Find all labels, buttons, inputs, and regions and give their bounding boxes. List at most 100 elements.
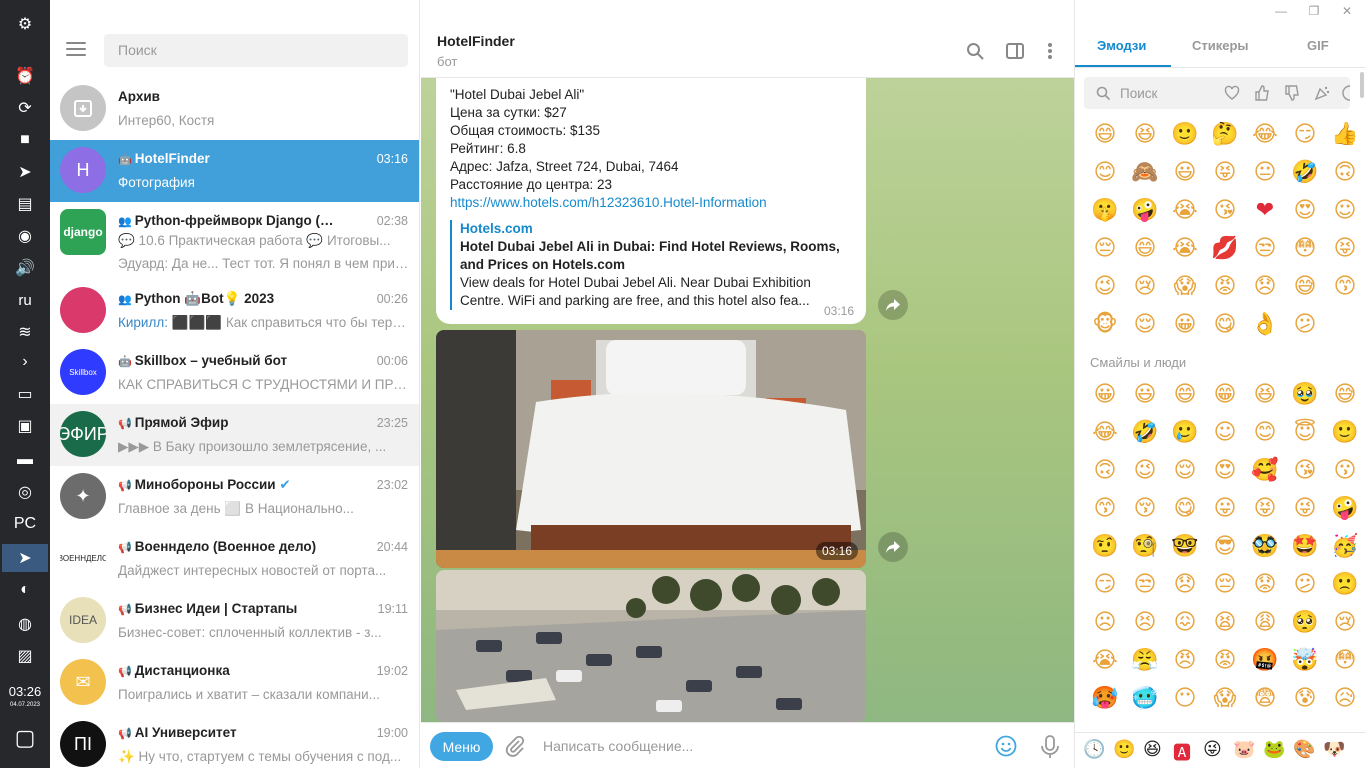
emoji-item[interactable]: 🙃 <box>1085 452 1125 490</box>
terminal-icon[interactable]: › <box>10 348 40 376</box>
emoji-item[interactable]: 😠 <box>1165 642 1205 680</box>
emoji-item[interactable]: 😕 <box>1285 566 1325 604</box>
window-icon[interactable]: ▭ <box>10 380 40 408</box>
emoji-item[interactable]: 🙂 <box>1165 116 1205 154</box>
emoji-item[interactable]: 😊 <box>1245 414 1285 452</box>
tab-emoji[interactable]: Эмодзи <box>1097 38 1146 53</box>
emoji-item[interactable]: 🧐 <box>1125 528 1165 566</box>
emoji-item[interactable]: 😝 <box>1245 490 1285 528</box>
tor-icon[interactable]: ◍ <box>10 610 40 638</box>
emoji-item[interactable]: 😒 <box>1125 566 1165 604</box>
emoji-item[interactable]: 😝 <box>1325 230 1365 268</box>
thumbs-up-filter-icon[interactable] <box>1254 85 1270 101</box>
chat-row[interactable]: ✉ 📢 Дистанционка 19:02 Поигрались и хватит … <box>50 652 419 714</box>
clipboard-icon[interactable]: ▤ <box>10 190 40 218</box>
emoji-item[interactable]: 😞 <box>1245 268 1285 306</box>
emoji-item[interactable]: 😒 <box>1245 230 1285 268</box>
tab-gif[interactable]: GIF <box>1307 38 1329 53</box>
emoji-category-item[interactable]: 🅰 <box>1173 739 1191 765</box>
volume-icon[interactable]: 🔊 <box>10 254 40 282</box>
emoji-item[interactable]: 😗 <box>1325 452 1365 490</box>
emoji-item[interactable]: 🥳 <box>1325 528 1365 566</box>
chat-row[interactable]: 👥 Python 🤖Bot💡 2023 00:26 Кирилл: ⬛⬛⬛ Как … <box>50 280 419 342</box>
browser-icon[interactable]: ◐ <box>10 576 40 604</box>
emoji-item[interactable]: 😔 <box>1085 230 1125 268</box>
emoji-item[interactable]: 🤣 <box>1125 414 1165 452</box>
emoji-item[interactable]: ☺ <box>1205 414 1245 452</box>
emoji-item[interactable]: 😳 <box>1325 642 1365 680</box>
smile-filter-icon[interactable] <box>1342 85 1352 101</box>
forward-icon[interactable] <box>878 532 908 562</box>
cube-app-icon[interactable]: ■ <box>10 126 40 154</box>
paperclip-icon[interactable] <box>505 735 525 757</box>
chat-row[interactable]: ✦ 📢 Минобороны России ✔ 23:02 Главное за де… <box>50 466 419 528</box>
chat-row[interactable]: IDEA 📢 Бизнес Идеи | Стартапы 19:11 Бизнес-… <box>50 590 419 652</box>
emoji-item[interactable]: 😉 <box>1085 268 1125 306</box>
emoji-item[interactable]: 😂 <box>1245 116 1285 154</box>
emoji-item[interactable]: 😭 <box>1085 642 1125 680</box>
chat-row[interactable]: Skillbox 🤖 Skillbox – учебный бот 00:06 КАК… <box>50 342 419 404</box>
emoji-item[interactable]: 😖 <box>1165 604 1205 642</box>
sidebar-toggle-icon[interactable] <box>1004 40 1026 62</box>
emoji-item[interactable]: 😩 <box>1245 604 1285 642</box>
emoji-category-item[interactable]: 🐷 <box>1233 739 1255 760</box>
wifi-icon[interactable]: ≋ <box>10 318 40 346</box>
emoji-category-item[interactable]: 🙂 <box>1113 739 1135 760</box>
emoji-search-input[interactable]: Поиск <box>1084 77 1352 109</box>
emoji-item[interactable]: ❤ <box>1245 192 1285 230</box>
pycharm-icon[interactable]: PC <box>10 510 40 538</box>
emoji-item[interactable]: 😀 <box>1165 306 1205 344</box>
emoji-item[interactable]: 😋 <box>1165 490 1205 528</box>
emoji-item[interactable]: 😅 <box>1285 268 1325 306</box>
emoji-item[interactable]: 🙈 <box>1125 154 1165 192</box>
emoji-scrollbar[interactable] <box>1360 72 1364 98</box>
emoji-item[interactable]: 😛 <box>1205 490 1245 528</box>
emoji-item[interactable]: 🤨 <box>1085 528 1125 566</box>
conversation-title[interactable]: HotelFinder <box>437 33 515 49</box>
emoji-item[interactable]: 💋 <box>1205 230 1245 268</box>
emoji-item[interactable]: 😨 <box>1245 680 1285 718</box>
emoji-item[interactable]: 😅 <box>1325 376 1365 414</box>
emoji-item[interactable]: 😶 <box>1165 680 1205 718</box>
disk-icon[interactable]: ◉ <box>10 222 40 250</box>
emoji-item[interactable]: 🤫 <box>1085 192 1125 230</box>
emoji-item[interactable]: 😱 <box>1205 680 1245 718</box>
system-clock[interactable]: 03:26 <box>0 684 50 699</box>
chat-row[interactable]: ПI 📢 AI Университет 19:00 ✨ Ну что, стартуе… <box>50 714 419 768</box>
notifications-icon[interactable]: ⏰ <box>10 62 40 90</box>
emoji-category-item[interactable]: 🐶 <box>1323 739 1345 760</box>
emoji-item[interactable]: 😏 <box>1085 566 1125 604</box>
emoji-item[interactable]: 🤪 <box>1325 490 1365 528</box>
emoji-item[interactable]: 😕 <box>1285 306 1325 344</box>
emoji-item[interactable]: 😘 <box>1285 452 1325 490</box>
chat-row[interactable]: ЭФИР 📢 Прямой Эфир 23:25 ▶▶▶ В Баку произош… <box>50 404 419 466</box>
chat-row[interactable]: django 👥 Python-фреймворк Django (Skillb.… <box>50 202 419 280</box>
emoji-item[interactable]: 😄 <box>1125 230 1165 268</box>
emoji-item[interactable]: ☹ <box>1085 604 1125 642</box>
show-desktop-icon[interactable]: ▢ <box>10 724 40 752</box>
hotel-photo-parking[interactable] <box>436 570 866 722</box>
telegram-icon[interactable]: ➤ <box>2 544 48 572</box>
emoji-item[interactable]: 😐 <box>1245 154 1285 192</box>
search-icon[interactable] <box>964 40 986 62</box>
emoji-item[interactable]: 😏 <box>1285 116 1325 154</box>
keyboard-layout[interactable]: ru <box>10 286 40 314</box>
emoji-item[interactable]: 😂 <box>1085 414 1125 452</box>
send-app-icon[interactable]: ➤ <box>10 158 40 186</box>
party-filter-icon[interactable] <box>1314 85 1330 101</box>
emoji-category-item[interactable]: 😆 <box>1143 739 1162 760</box>
emoji-item[interactable]: 😆 <box>1125 116 1165 154</box>
emoji-item[interactable]: 👌 <box>1245 306 1285 344</box>
emoji-item[interactable]: 🥸 <box>1245 528 1285 566</box>
hotel-photo-room[interactable]: 03:16 <box>436 330 866 568</box>
minimize-button[interactable]: — <box>1269 4 1293 20</box>
emoji-item[interactable]: 😔 <box>1205 566 1245 604</box>
hotel-link[interactable]: https://www.hotels.com/h12323610.Hotel-I… <box>450 194 852 212</box>
emoji-item[interactable]: 👍 <box>1325 116 1365 154</box>
emoji-item[interactable]: 🥵 <box>1085 680 1125 718</box>
message-input[interactable]: Написать сообщение... <box>543 738 693 754</box>
emoji-item[interactable]: 🥶 <box>1125 680 1165 718</box>
settings-icon[interactable]: ⚙ <box>10 10 40 38</box>
emoji-item[interactable]: 😜 <box>1285 490 1325 528</box>
emoji-item[interactable]: 🐵 <box>1085 306 1125 344</box>
